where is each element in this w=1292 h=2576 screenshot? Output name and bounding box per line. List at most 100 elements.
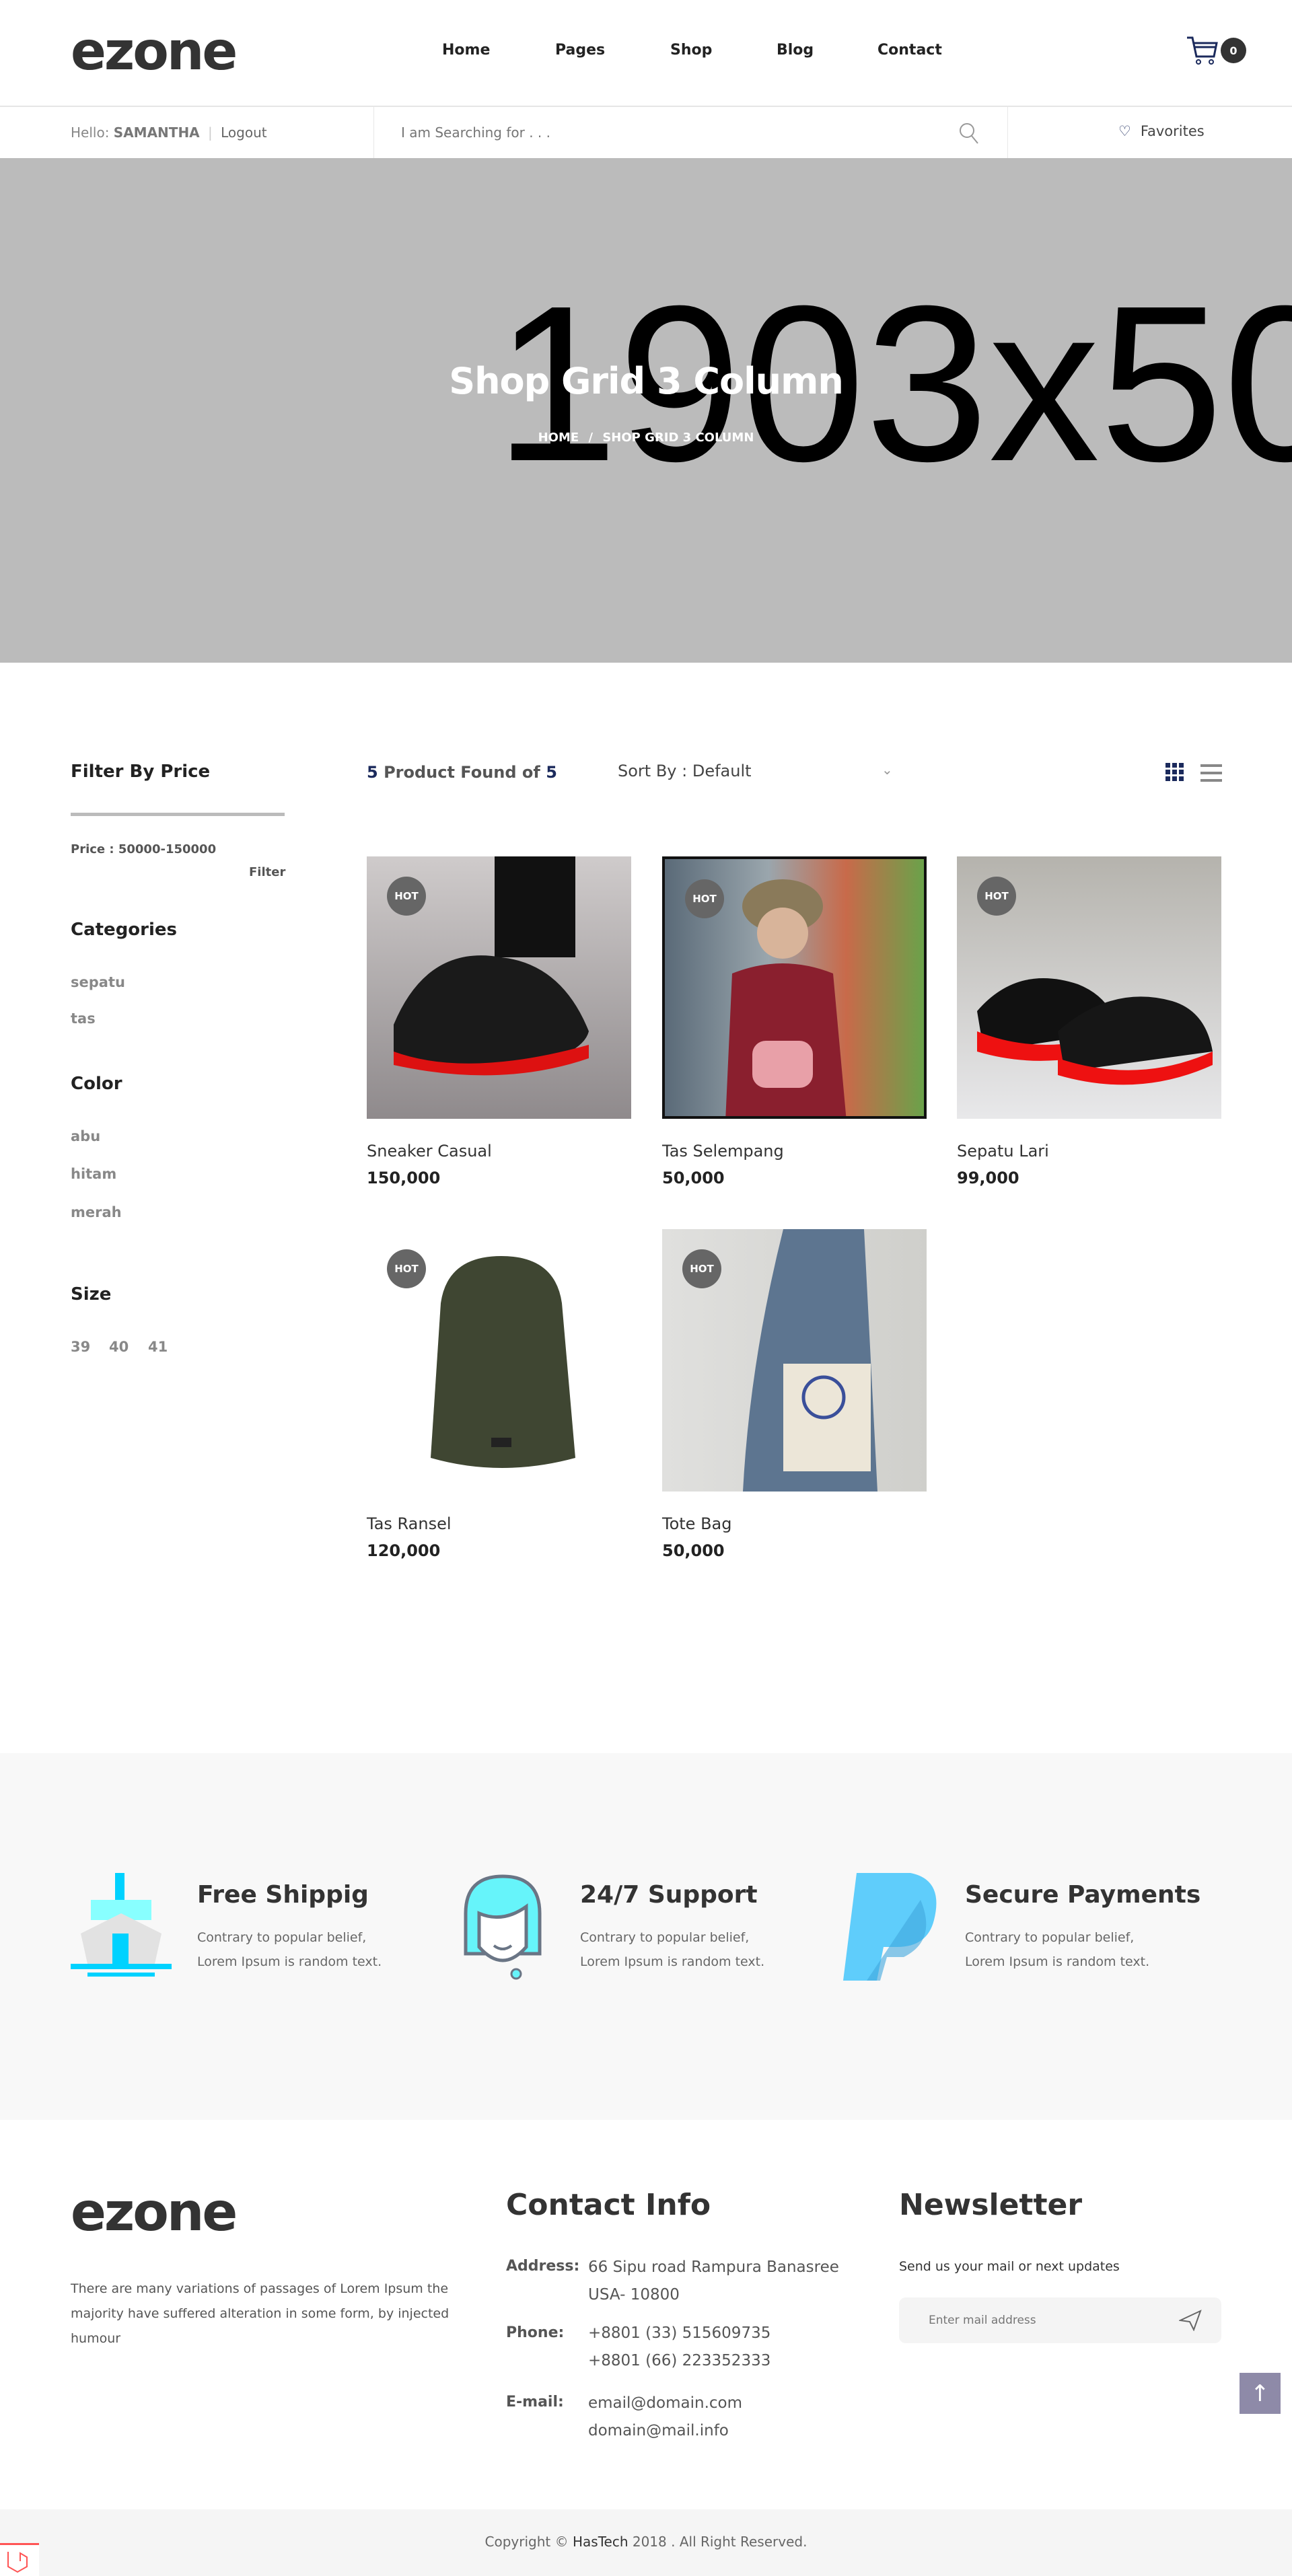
size-39[interactable]: 39 [71,1339,90,1355]
copyright-prefix: Copyright © [485,2534,569,2550]
product-count: 5 Product Found of 5 [367,763,557,782]
cart-icon [1187,36,1218,65]
breadcrumb-home[interactable]: HOME [538,431,579,445]
filter-price-title: Filter By Price [71,762,211,782]
footer-logo-text: ezone [71,2182,238,2243]
product-price: 50,000 [662,1169,725,1187]
nav-home[interactable]: Home [442,42,490,59]
categories-title: Categories [71,920,178,940]
cart-count-badge: 0 [1221,38,1246,63]
breadcrumb-current: SHOP GRID 3 COLUMN [602,431,754,445]
sort-select[interactable]: Sort By : Default ⌄ [618,762,900,780]
product-name[interactable]: Tas Ransel [367,1514,631,1533]
newsletter-title: Newsletter [899,2188,1083,2222]
support-agent-icon [464,1874,542,1980]
address-value: 66 Sipu road Rampura Banasree USA- 10800 [588,2254,839,2309]
product-image[interactable]: HOT [662,1229,927,1492]
nav-shop[interactable]: Shop [670,42,712,59]
category-sepatu[interactable]: sepatu [71,974,125,990]
phone-label: Phone: [506,2324,565,2341]
logo[interactable]: ezone [71,26,238,78]
product-price: 99,000 [957,1169,1019,1187]
footer-about: There are many variations of passages of… [71,2281,450,2346]
product-image[interactable]: HOT [662,856,927,1119]
product-name[interactable]: Sneaker Casual [367,1142,631,1161]
product-image[interactable]: HOT [367,1229,631,1492]
nav-contact[interactable]: Contact [877,42,942,59]
product-price: 50,000 [662,1541,725,1560]
feature-title: Free Shippig [197,1881,369,1909]
nav-blog[interactable]: Blog [777,42,814,59]
feature-text: Contrary to popular belief, Lorem Ipsum … [580,1930,765,1969]
phone-number[interactable]: +8801 (33) 515609735 [588,2320,770,2347]
product-name[interactable]: Sepatu Lari [957,1142,1221,1161]
category-tas[interactable]: tas [71,1010,96,1027]
logo-text: ezone [71,22,238,82]
product-card[interactable]: HOT Tas Selempang 50,000 [662,856,927,1187]
email-address[interactable]: domain@mail.info [588,2417,742,2445]
filter-button[interactable]: Filter [249,865,285,879]
product-card[interactable]: HOT Sneaker Casual 150,000 [367,856,631,1187]
debugbar-toggle[interactable] [0,2543,39,2576]
product-card[interactable]: HOT Sepatu Lari 99,000 [957,856,1221,1187]
page-title: Shop Grid 3 Column [449,360,844,402]
product-name[interactable]: Tas Selempang [662,1142,927,1161]
size-41[interactable]: 41 [148,1339,168,1355]
newsletter-text: Send us your mail or next updates [899,2259,1120,2274]
color-title: Color [71,1074,122,1094]
color-hitam[interactable]: hitam [71,1166,116,1182]
favorites-link[interactable]: ♡ Favorites [1118,123,1205,139]
arrow-up-icon: ↑ [1250,2380,1270,2407]
feature-title: Secure Payments [965,1881,1201,1909]
hot-badge: HOT [685,879,724,918]
color-merah[interactable]: merah [71,1204,122,1220]
product-name[interactable]: Tote Bag [662,1514,927,1533]
logout-link[interactable]: Logout [221,124,266,141]
username: SAMANTHA [113,124,200,141]
nav-pages[interactable]: Pages [555,42,605,59]
product-image[interactable]: HOT [957,856,1221,1119]
found-total: 5 [546,763,557,782]
product-price: 150,000 [367,1169,441,1187]
found-text: Product Found of [384,763,540,782]
phone-number[interactable]: +8801 (66) 223352333 [588,2347,770,2375]
price-slider[interactable] [71,813,285,816]
cart-button[interactable]: 0 [1186,35,1246,69]
email-value: email@domain.com domain@mail.info [588,2390,742,2445]
email-address[interactable]: email@domain.com [588,2390,742,2417]
footer-logo[interactable]: ezone [71,2186,238,2239]
chevron-down-icon: ⌄ [882,762,893,778]
color-abu[interactable]: abu [71,1128,100,1144]
hot-badge: HOT [387,877,426,916]
product-card[interactable]: HOT Tote Bag 50,000 [662,1229,927,1560]
product-card[interactable]: HOT Tas Ransel 120,000 [367,1229,631,1560]
product-image[interactable]: HOT [367,856,631,1119]
hello-label: Hello: [71,124,110,141]
heart-icon: ♡ [1118,123,1131,139]
newsletter-form [899,2297,1221,2343]
list-view-icon[interactable] [1200,764,1222,783]
scroll-to-top-button[interactable]: ↑ [1240,2373,1281,2414]
copyright-brand-link[interactable]: HasTech [573,2534,629,2550]
favorites-label: Favorites [1140,123,1205,139]
search-input[interactable] [401,120,926,145]
paypal-icon [843,1873,937,1981]
sub-header: Hello: SAMANTHA | Logout ♡ Favorites [0,106,1292,158]
ship-icon [71,1873,172,1977]
price-range-label: Price : 50000-150000 [71,842,217,856]
search-icon[interactable] [958,122,980,145]
copyright-text: Copyright © HasTech 2018 . All Right Res… [0,2534,1292,2550]
size-40[interactable]: 40 [109,1339,129,1355]
address-label: Address: [506,2258,580,2275]
laravel-icon [7,2552,28,2573]
search-bar[interactable] [373,107,1008,158]
features-section: Free Shippig Contrary to popular belief,… [0,1753,1292,2120]
send-icon[interactable] [1179,2310,1202,2331]
page-banner: 1903x50 Shop Grid 3 Column HOME / SHOP G… [0,158,1292,663]
feature-title: 24/7 Support [580,1881,758,1909]
grid-view-icon[interactable] [1165,763,1187,784]
address-line: 66 Sipu road Rampura Banasree [588,2258,839,2276]
newsletter-email-input[interactable] [929,2310,1171,2331]
hot-badge: HOT [387,1249,426,1288]
copyright-bar: Copyright © HasTech 2018 . All Right Res… [0,2509,1292,2576]
